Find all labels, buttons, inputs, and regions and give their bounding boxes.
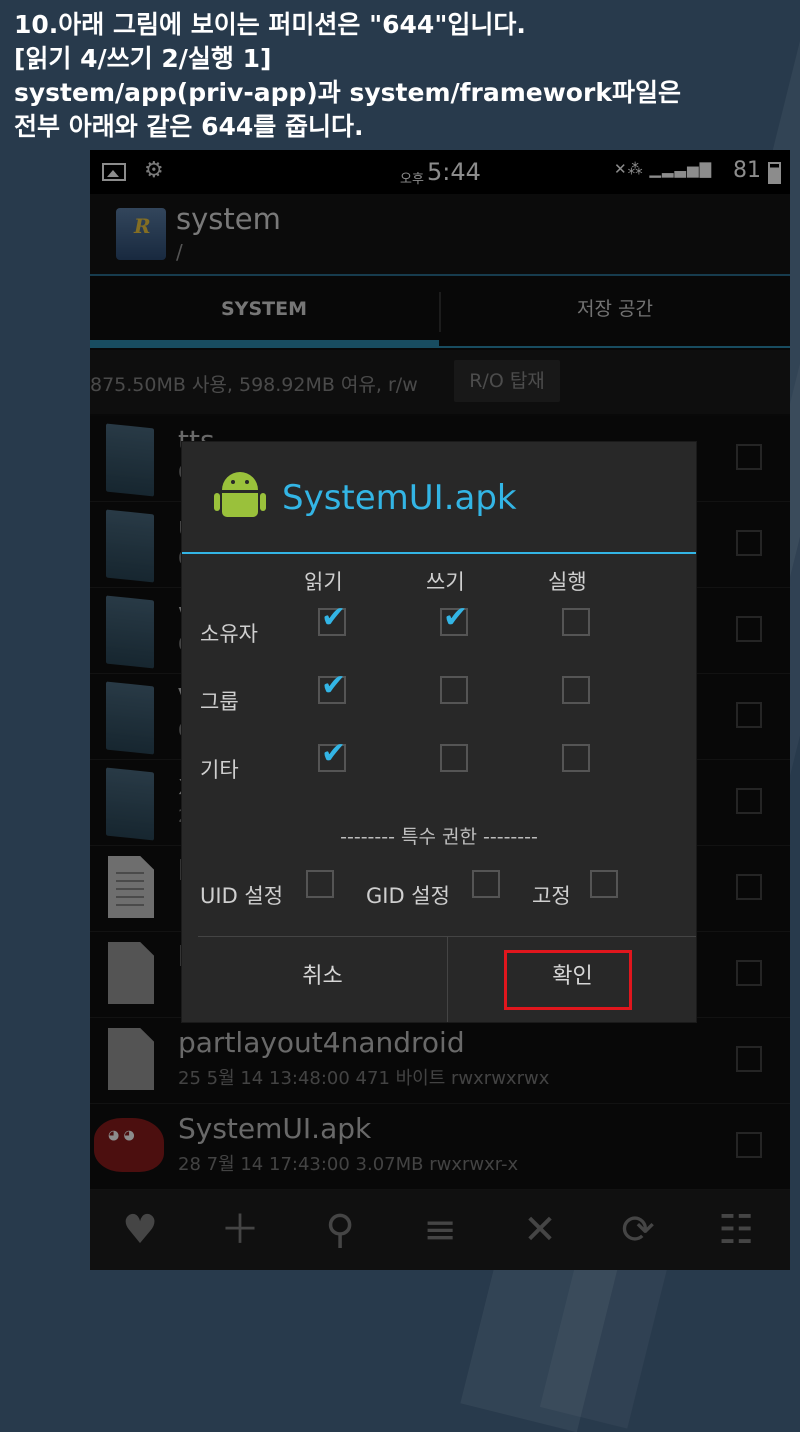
phone-screen: ⚙ 오후 5:44 ✕⁂ ▁▂▃▅▇ 81 R system / SYSTEM … (90, 150, 790, 1270)
cancel-button[interactable]: 취소 (198, 937, 447, 1022)
special-permissions-header: -------- 특수 권한 -------- (340, 826, 538, 848)
group-exec-checkbox[interactable] (562, 676, 590, 704)
column-write: 쓰기 (426, 570, 465, 594)
column-exec: 실행 (548, 570, 587, 594)
permissions-dialog: SystemUI.apk 읽기 쓰기 실행 소유자 그룹 기타 --------… (182, 442, 696, 1022)
caption: 10.아래 그림에 보이는 퍼미션은 "644"입니다. [읽기 4/쓰기 2/… (14, 8, 794, 144)
divider (182, 552, 696, 554)
setuid-checkbox[interactable] (306, 870, 334, 898)
owner-exec-checkbox[interactable] (562, 608, 590, 636)
caption-line: 전부 아래와 같은 644를 줍니다. (14, 112, 364, 141)
setuid-label: UID 설정 (200, 884, 284, 908)
column-read: 읽기 (304, 570, 343, 594)
other-write-checkbox[interactable] (440, 744, 468, 772)
setgid-label: GID 설정 (366, 884, 450, 908)
owner-write-checkbox[interactable] (440, 600, 468, 636)
sticky-checkbox[interactable] (590, 870, 618, 898)
group-read-checkbox[interactable] (318, 668, 346, 704)
caption-line: 10.아래 그림에 보이는 퍼미션은 "644"입니다. (14, 10, 526, 39)
other-exec-checkbox[interactable] (562, 744, 590, 772)
caption-line: system/app(priv-app)과 system/framework파일… (14, 78, 681, 107)
group-write-checkbox[interactable] (440, 676, 468, 704)
owner-read-checkbox[interactable] (318, 600, 346, 636)
setgid-checkbox[interactable] (472, 870, 500, 898)
caption-line: [읽기 4/쓰기 2/실행 1] (14, 44, 272, 73)
highlight-box (504, 950, 632, 1010)
sticky-label: 고정 (532, 884, 571, 908)
row-other-label: 기타 (200, 758, 239, 782)
row-group-label: 그룹 (200, 690, 239, 714)
other-read-checkbox[interactable] (318, 736, 346, 772)
dialog-title: SystemUI.apk (282, 478, 517, 518)
row-owner-label: 소유자 (200, 622, 258, 646)
android-icon (214, 472, 266, 522)
